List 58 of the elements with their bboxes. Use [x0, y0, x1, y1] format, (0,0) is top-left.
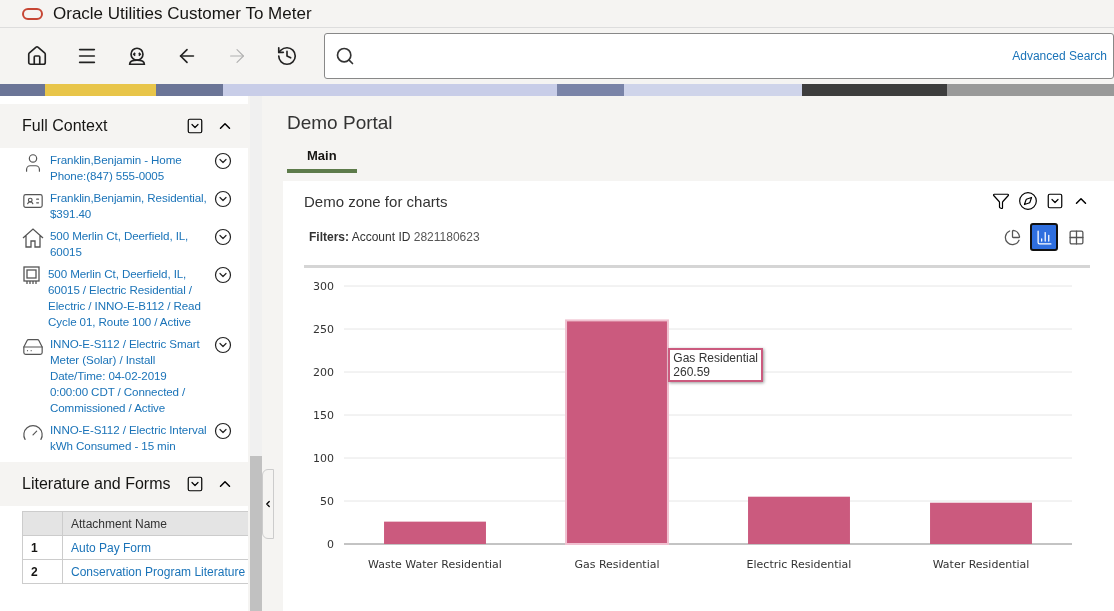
filter-icon[interactable]: [992, 192, 1010, 210]
context-link[interactable]: Franklin,Benjamin, Residential, $391.40: [50, 190, 208, 222]
axis-category-label: Electric Residential: [746, 558, 852, 571]
bar[interactable]: [930, 502, 1032, 544]
row-number-cell: 2: [22, 559, 63, 584]
zone-title: Demo zone for charts: [304, 192, 449, 210]
axis-tick-label: 300: [313, 280, 334, 293]
dropdown-icon[interactable]: [1046, 192, 1064, 210]
table-header-cell: Attachment Name: [62, 511, 248, 536]
table-header-cell: [22, 511, 63, 536]
chart-tooltip: Gas Residential 260.59: [668, 348, 764, 383]
dropdown-icon[interactable]: [185, 117, 204, 135]
left-caret-icon: [263, 498, 273, 509]
house-icon: [22, 228, 44, 248]
meter-device-icon: [22, 336, 44, 358]
context-link[interactable]: INNO-E-S112 / Electric Interval kWh Consumed - 15 min: [50, 422, 208, 454]
logo-icon: [22, 7, 43, 20]
expand-icon[interactable]: [213, 266, 232, 284]
context-link[interactable]: Franklin,Benjamin - Home Phone:(847) 555-0005: [50, 152, 208, 184]
advanced-search-link[interactable]: Advanced Search: [1012, 49, 1107, 63]
expand-icon[interactable]: [213, 152, 232, 170]
context-link[interactable]: 500 Merlin Ct, Deerfield, IL, 60015: [50, 228, 208, 260]
search-icon: [335, 46, 355, 66]
pie-chart-icon: [1003, 228, 1021, 246]
axis-tick-label: 100: [313, 452, 334, 465]
section-title: Literature and Forms: [22, 475, 172, 493]
expand-icon[interactable]: [213, 336, 232, 354]
axis-category-label: Waste Water Residential: [368, 558, 502, 571]
axis-tick-label: 50: [320, 495, 334, 508]
grid-icon: [1067, 228, 1085, 246]
dropdown-icon[interactable]: [185, 475, 204, 493]
portal-title: Demo Portal: [286, 112, 394, 134]
bar-chart-toggle[interactable]: [1030, 223, 1058, 251]
bar[interactable]: [748, 496, 850, 544]
portal-tab[interactable]: Main: [287, 144, 357, 173]
bar[interactable]: [565, 319, 669, 545]
compass-icon[interactable]: [1018, 191, 1038, 211]
row-number-cell: 1: [22, 535, 63, 560]
axis-tick-label: 200: [313, 366, 334, 379]
search-field[interactable]: Advanced Search: [324, 33, 1114, 79]
expand-icon[interactable]: [213, 228, 232, 246]
app-title: Oracle Utilities Customer To Meter: [53, 3, 312, 24]
context-link[interactable]: INNO-E-S112 / Electric Smart Meter (Solar) / Install Date/Time: 04-02-2019 0:00:00 CDT / Connected / Commissioned / Active: [50, 336, 208, 416]
expand-icon[interactable]: [213, 190, 232, 208]
context-link[interactable]: 500 Merlin Ct, Deerfield, IL, 60015 / Electric Residential / Electric / INNO-E-B112 / Read Cycle 01, Route 100 / Active: [48, 266, 208, 330]
meter-box-icon: [22, 266, 42, 286]
scrollbar[interactable]: [249, 96, 262, 611]
axis-category-label: Gas Residential: [574, 558, 660, 571]
axis-tick-label: 250: [313, 323, 334, 336]
bar[interactable]: [384, 521, 486, 544]
section-title: Full Context: [22, 117, 109, 135]
axis-category-label: Water Residential: [932, 558, 1030, 571]
expand-icon[interactable]: [213, 422, 232, 440]
bar-chart-icon: [1035, 228, 1053, 246]
collapse-handle[interactable]: [262, 468, 274, 539]
axis-tick-label: 0: [327, 538, 334, 551]
filters-text: Filters: Account ID 2821180623: [309, 230, 481, 244]
axis-tick-label: 150: [313, 409, 334, 422]
